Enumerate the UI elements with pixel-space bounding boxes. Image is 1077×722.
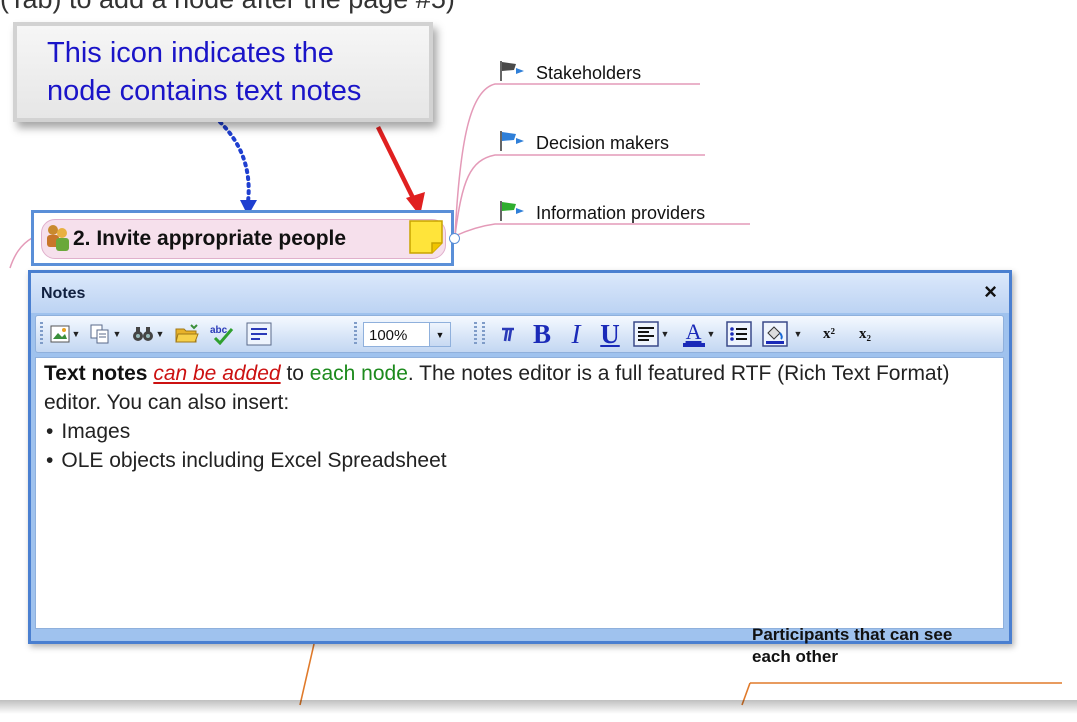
chevron-down-icon[interactable]: ▼: [794, 329, 803, 339]
flag-icon: [500, 61, 524, 81]
subscript-button[interactable]: x₂: [848, 316, 882, 352]
page-bottom-shadow: [0, 700, 1077, 714]
toolbar-grip[interactable]: [40, 322, 43, 346]
zoom-value: 100%: [369, 327, 408, 344]
branch-line-orange-1: [299, 643, 315, 706]
paragraph-icon: [246, 322, 272, 346]
zoom-select[interactable]: 100% ▼: [363, 322, 451, 347]
branch-label: Decision makers: [536, 133, 670, 153]
align-button[interactable]: ▼: [628, 316, 674, 352]
red-arrow: [375, 126, 418, 203]
notes-titlebar: Notes ×: [31, 273, 1009, 313]
folder-icon: [175, 324, 199, 343]
branch-line-information-providers: [454, 223, 750, 237]
notes-bullet-list: Images OLE objects including Excel Sprea…: [36, 417, 1003, 475]
list-item: Images: [46, 417, 1003, 446]
italic-button[interactable]: I: [562, 316, 590, 352]
dotted-arrow: [218, 120, 251, 204]
find-button[interactable]: ▼: [128, 316, 168, 352]
callout-box: This icon indicates the node contains te…: [13, 22, 433, 122]
text-bold-run: Text notes: [44, 362, 148, 385]
notes-toolbar: ▼ ▼ ▼ abc 100% ▼ B I U ▼ A ▼ ▼ x² x₂: [35, 315, 1004, 353]
partial-node-line-1: Participants that can see: [752, 625, 953, 644]
align-left-icon: [632, 321, 659, 347]
chevron-down-icon[interactable]: ▼: [72, 329, 81, 339]
branch-node-stakeholders[interactable]: Stakeholders: [498, 60, 641, 84]
italic-icon: I: [571, 318, 581, 349]
copy-icon: [90, 324, 109, 344]
notes-paragraph: Text notes can be added to each node. Th…: [36, 358, 1003, 417]
callout-line-2: node contains text notes: [47, 75, 362, 107]
notes-window: Notes × ▼ ▼ ▼ abc 100% ▼ B I U ▼ A ▼ ▼ x…: [28, 270, 1012, 644]
toolbar-separator: [482, 322, 485, 346]
text-note-icon[interactable]: [408, 219, 444, 255]
font-color-button[interactable]: A ▼: [678, 316, 720, 352]
spell-check-icon: abc: [210, 325, 234, 345]
flag-icon: [500, 131, 524, 151]
paragraph-button[interactable]: [242, 316, 276, 352]
copy-button[interactable]: ▼: [86, 316, 124, 352]
branch-label: Information providers: [536, 203, 706, 223]
toolbar-separator: [354, 322, 357, 346]
insert-image-button[interactable]: ▼: [48, 316, 82, 352]
clipped-top-caption: (Tab) to add a node after the page #5): [0, 0, 455, 15]
chevron-down-icon[interactable]: ▼: [156, 329, 165, 339]
image-icon: [50, 325, 70, 343]
people-icon: [47, 225, 69, 251]
bold-button[interactable]: B: [526, 316, 558, 352]
font-color-icon: A: [682, 318, 705, 347]
mind-map-canvas: (Tab) to add a node after the page #5) T…: [0, 0, 1077, 722]
partial-branch-node[interactable]: Participants that can see each other: [752, 625, 952, 668]
text-run: to: [280, 362, 310, 385]
close-button[interactable]: ×: [984, 281, 997, 303]
underline-button[interactable]: U: [594, 316, 626, 352]
superscript-icon: x²: [823, 325, 835, 342]
bold-icon: B: [532, 318, 551, 349]
font-style-button[interactable]: [494, 316, 522, 352]
superscript-button[interactable]: x²: [812, 316, 846, 352]
branch-node-decision-makers[interactable]: Decision makers: [498, 130, 669, 154]
branch-line-left: [9, 237, 33, 269]
notes-title: Notes: [41, 285, 86, 302]
toolbar-grip[interactable]: [474, 322, 477, 346]
partial-node-line-2: each other: [752, 647, 838, 666]
paint-bucket-icon: [761, 321, 788, 347]
chevron-down-icon[interactable]: ▼: [113, 329, 122, 339]
font-color-letter: A: [685, 318, 702, 344]
chevron-down-icon[interactable]: ▼: [661, 329, 670, 339]
underline-icon: U: [600, 318, 620, 349]
branch-label: Stakeholders: [536, 63, 642, 83]
svg-text:abc: abc: [210, 325, 228, 336]
branch-node-information-providers[interactable]: Information providers: [498, 200, 705, 224]
flag-icon: [500, 201, 524, 221]
list-item: OLE objects including Excel Spreadsheet: [46, 446, 1003, 475]
chevron-down-icon[interactable]: ▼: [707, 329, 716, 339]
notes-editor[interactable]: Text notes can be added to each node. Th…: [35, 357, 1004, 629]
text-green-run: each node: [309, 362, 408, 385]
main-node-label: 2. Invite appropriate people: [73, 227, 347, 250]
bullet-list-icon: [726, 321, 752, 347]
font-style-icon: [502, 327, 514, 342]
bullet-list-button[interactable]: [724, 316, 754, 352]
fill-color-button[interactable]: ▼: [758, 316, 806, 352]
callout-line-1: This icon indicates the: [47, 37, 334, 69]
text-red-run: can be added: [153, 362, 281, 385]
spell-check-button[interactable]: abc: [206, 316, 238, 352]
node-connector-dot: [449, 233, 460, 244]
binoculars-icon: [132, 327, 153, 341]
subscript-icon: x₂: [859, 325, 871, 342]
chevron-down-icon[interactable]: ▼: [429, 323, 450, 346]
open-file-button[interactable]: [172, 316, 202, 352]
